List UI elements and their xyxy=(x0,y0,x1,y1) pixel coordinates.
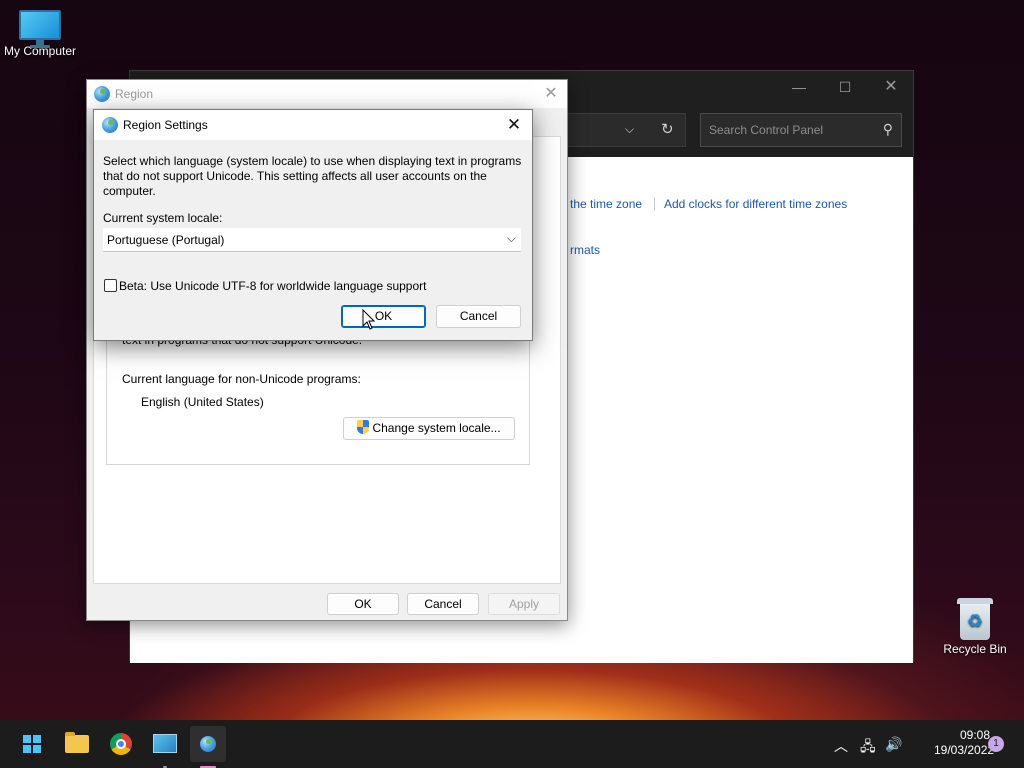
start-button[interactable] xyxy=(14,726,50,762)
region-cancel-button[interactable]: Cancel xyxy=(407,593,479,615)
control-panel-icon xyxy=(153,734,177,753)
search-input[interactable]: Search Control Panel ⚲ xyxy=(700,113,902,147)
taskbar: ︿ 🖧 🔊 09:08 19/03/2022 1 xyxy=(0,720,1024,768)
chevron-down-icon[interactable]: ⌵ xyxy=(625,122,634,137)
chrome-icon xyxy=(110,733,132,755)
search-icon[interactable]: ⚲ xyxy=(883,121,893,138)
chevron-up-icon[interactable]: ︿ xyxy=(834,736,848,756)
desktop-icon-label: Recycle Bin xyxy=(943,642,1007,656)
taskbar-control-panel[interactable] xyxy=(147,726,183,768)
folder-icon xyxy=(65,732,89,753)
clock-date: 19/03/2022 xyxy=(934,743,995,757)
computer-icon xyxy=(19,10,61,48)
shield-icon xyxy=(357,420,370,434)
link-separator xyxy=(654,197,655,211)
region-settings-dialog: Region Settings ✕ Select which language … xyxy=(93,109,533,341)
current-language-value: English (United States) xyxy=(141,395,264,409)
minimize-icon[interactable]: — xyxy=(776,75,822,99)
region-settings-ok-button[interactable]: OK xyxy=(341,305,426,328)
search-placeholder: Search Control Panel xyxy=(709,123,824,137)
region-settings-titlebar: Region Settings ✕ xyxy=(94,110,532,140)
region-settings-cancel-button[interactable]: Cancel xyxy=(436,305,521,328)
non-unicode-groupbox: Current language for non-Unicode program… xyxy=(106,337,530,465)
system-locale-select[interactable]: Portuguese (Portugal) ⌵ xyxy=(103,228,521,252)
region-title: Region xyxy=(115,87,154,101)
globe-icon xyxy=(200,736,216,752)
locale-label: Current system locale: xyxy=(103,211,223,225)
notification-badge[interactable]: 1 xyxy=(988,736,1004,752)
region-titlebar: Region ✕ xyxy=(87,80,567,108)
globe-icon xyxy=(94,86,110,102)
change-locale-label: Change system locale... xyxy=(372,421,501,435)
volume-icon[interactable]: 🔊 xyxy=(885,736,902,753)
chevron-down-icon: ⌵ xyxy=(506,231,516,245)
taskbar-file-explorer[interactable] xyxy=(59,726,95,762)
beta-utf8-label[interactable]: Beta: Use Unicode UTF-8 for worldwide la… xyxy=(119,279,427,293)
recycle-bin-icon: ♻ xyxy=(957,598,993,640)
desktop-icon-my-computer[interactable]: My Computer xyxy=(0,10,80,58)
region-settings-title: Region Settings xyxy=(123,118,208,132)
locale-value: Portuguese (Portugal) xyxy=(107,233,225,247)
close-icon[interactable]: ✕ xyxy=(868,75,914,99)
maximize-icon[interactable]: ☐ xyxy=(822,75,868,99)
globe-icon xyxy=(102,117,118,133)
link-time-zone[interactable]: the time zone xyxy=(570,197,642,211)
windows-logo-icon xyxy=(23,735,41,753)
region-apply-button[interactable]: Apply xyxy=(488,593,560,615)
close-icon[interactable]: ✕ xyxy=(502,114,526,136)
network-icon[interactable]: 🖧 xyxy=(860,736,876,760)
taskbar-region[interactable] xyxy=(190,726,226,768)
clock-time: 09:08 xyxy=(959,728,990,742)
mouse-cursor-icon xyxy=(362,309,376,330)
region-settings-description: Select which language (system locale) to… xyxy=(103,154,522,198)
close-icon[interactable]: ✕ xyxy=(541,84,561,104)
clock[interactable]: 09:08 19/03/2022 xyxy=(934,728,995,758)
current-language-label: Current language for non-Unicode program… xyxy=(122,372,361,386)
link-add-clocks[interactable]: Add clocks for different time zones xyxy=(664,197,847,211)
region-ok-button[interactable]: OK xyxy=(327,593,399,615)
link-formats[interactable]: rmats xyxy=(570,243,600,257)
taskbar-chrome[interactable] xyxy=(103,726,139,762)
beta-utf8-checkbox[interactable] xyxy=(104,279,117,292)
refresh-icon[interactable]: ↻ xyxy=(661,120,674,138)
desktop-icon-recycle-bin[interactable]: ♻ Recycle Bin xyxy=(935,598,1015,656)
change-system-locale-button[interactable]: Change system locale... xyxy=(343,417,515,440)
